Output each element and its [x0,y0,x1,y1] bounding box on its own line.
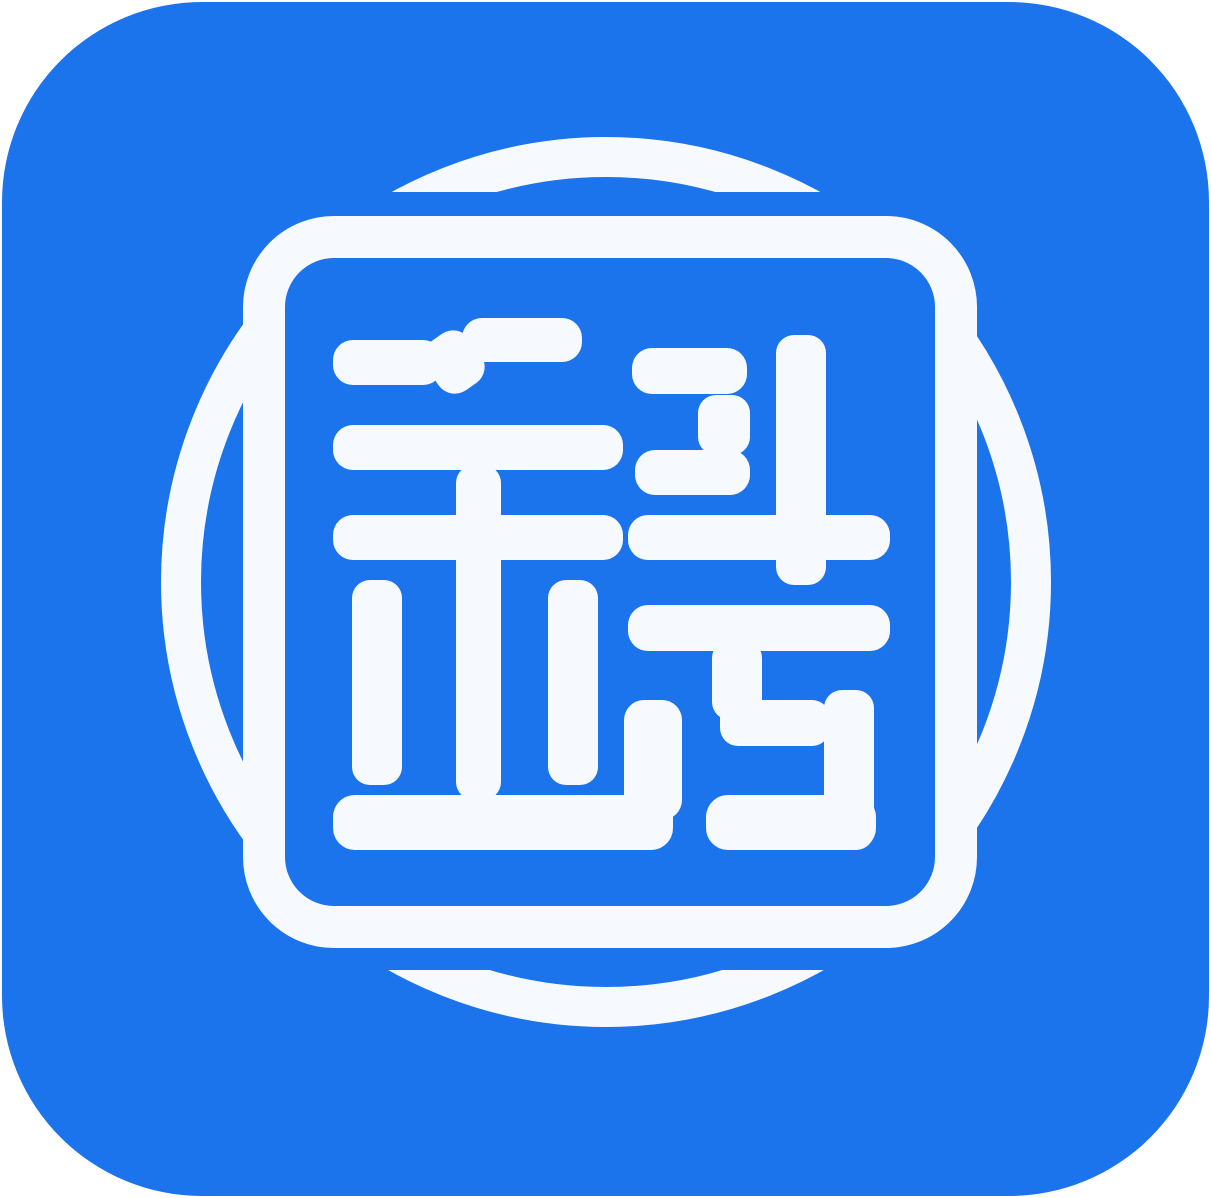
qian-seal-icon [2,2,1209,1196]
app-icon[interactable] [0,0,1211,1198]
icon-canvas [0,0,1211,1198]
